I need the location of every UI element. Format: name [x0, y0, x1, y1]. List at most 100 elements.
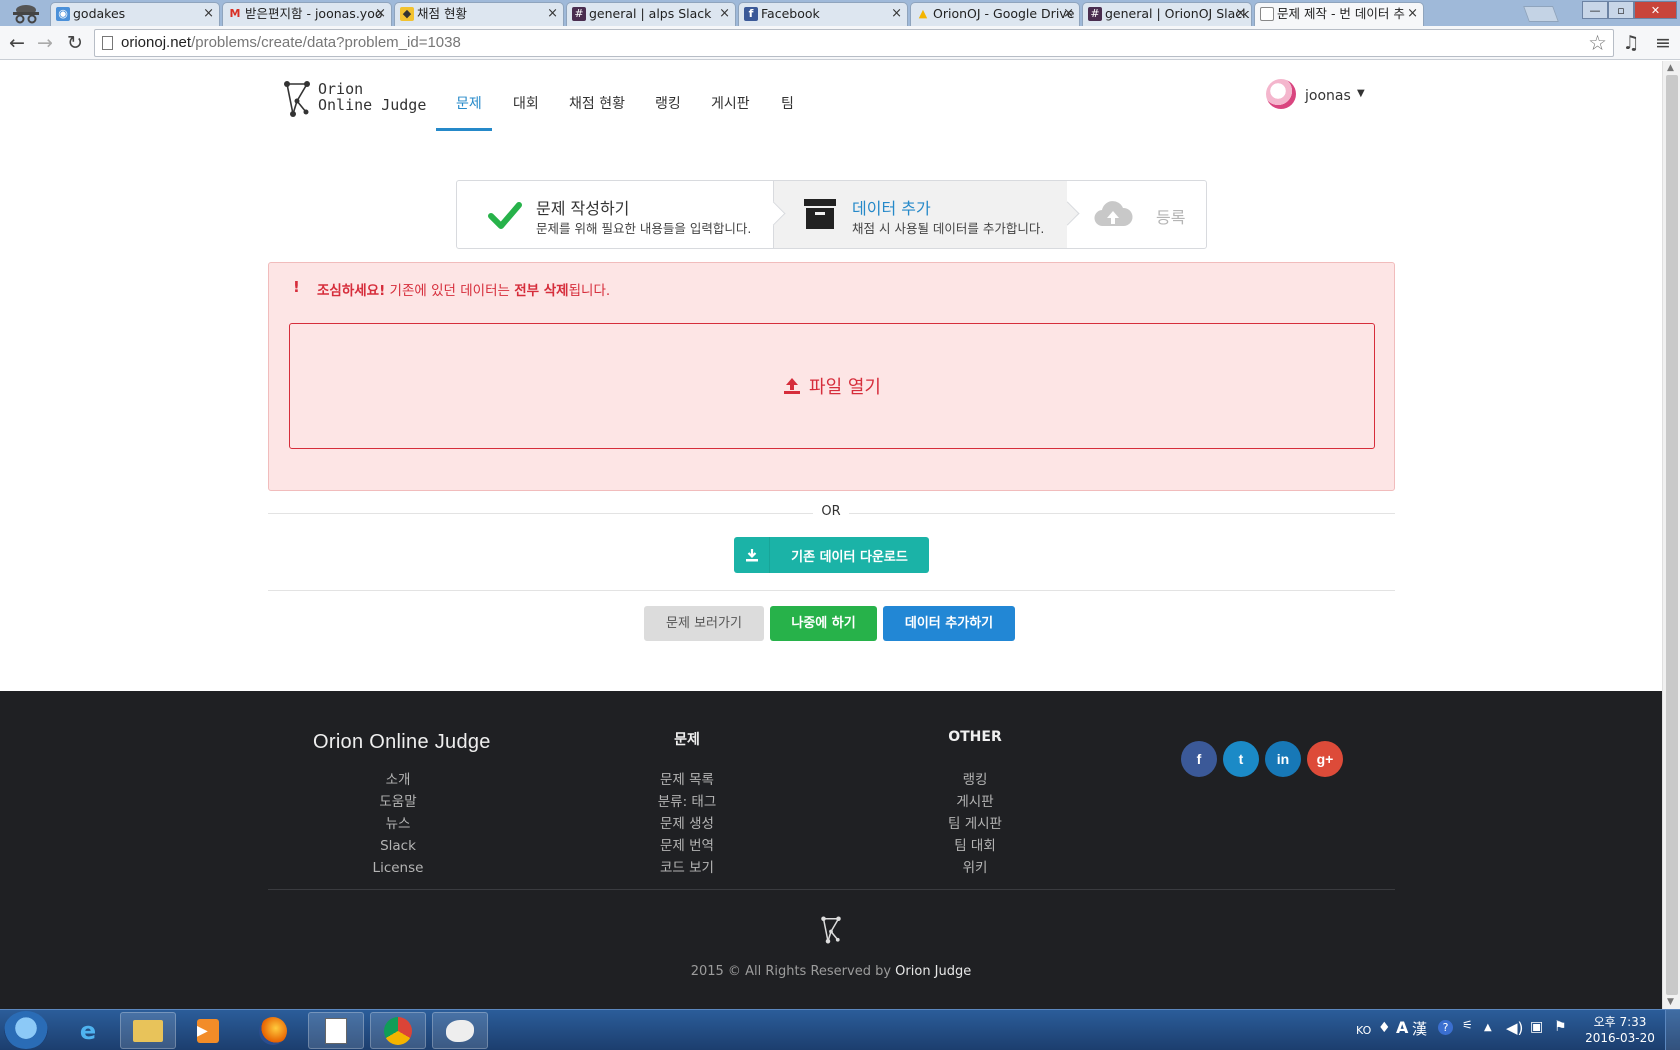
view-problem-button[interactable]: 문제 보러가기 [644, 606, 764, 641]
tab-close-icon[interactable]: × [719, 3, 730, 25]
action-center-flag-icon[interactable]: ⚑ [1554, 1019, 1567, 1035]
minimize-button[interactable]: — [1582, 1, 1608, 19]
username[interactable]: joonas [1305, 88, 1351, 104]
url-text[interactable]: orionoj.net/problems/create/data?problem… [121, 34, 461, 51]
nav-ranking[interactable]: 랭킹 [655, 93, 681, 113]
menu-icon[interactable]: ≡ [1650, 30, 1676, 56]
footer-link[interactable]: 문제 번역 [647, 835, 727, 857]
show-desktop-button[interactable] [1665, 1010, 1680, 1050]
avatar[interactable] [1266, 79, 1296, 109]
tab-close-icon[interactable]: × [203, 3, 214, 25]
or-divider-label: OR [813, 504, 849, 519]
footer-link[interactable]: 팀 대회 [935, 835, 1015, 857]
chevron-down-icon[interactable]: ▼ [1357, 88, 1365, 99]
input-language[interactable]: KO [1356, 1024, 1371, 1037]
browser-tab[interactable]: # general | OrionOJ Slack × [1082, 2, 1252, 26]
browser-tab[interactable]: ▲ OrionOJ - Google Drive × [910, 2, 1080, 26]
footer-link[interactable]: 소개 [368, 769, 428, 791]
footer-link[interactable]: 랭킹 [935, 769, 1015, 791]
facebook-icon[interactable]: f [1181, 741, 1217, 777]
logo-text: Orion Online Judge [318, 80, 427, 114]
page-scrollbar[interactable]: ▲ ▼ [1662, 61, 1680, 1009]
media-player-icon[interactable]: ▶ [180, 1012, 236, 1049]
footer-link[interactable]: 위키 [935, 857, 1015, 879]
firefox-icon[interactable] [245, 1012, 301, 1049]
step-register[interactable]: 등록 [1067, 181, 1206, 248]
help-icon[interactable]: ? [1438, 1020, 1453, 1035]
tab-close-icon[interactable]: × [547, 3, 558, 25]
footer-problem-links: 문제 목록 분류: 태그 문제 생성 문제 번역 코드 보기 [647, 769, 727, 879]
step-add-data[interactable]: 데이터 추가 채점 시 사용될 데이터를 추가합니다. [773, 181, 1080, 248]
notepad-icon[interactable] [308, 1012, 364, 1049]
step-title: 등록 [1156, 208, 1186, 227]
browser-tab-active[interactable]: 문제 제작 - 번 데이터 추 × [1254, 2, 1424, 27]
tray-options-icon[interactable]: ⚟ [1462, 1018, 1473, 1032]
footer-link[interactable]: 분류: 태그 [647, 791, 727, 813]
footer-link[interactable]: 문제 목록 [647, 769, 727, 791]
tab-close-icon[interactable]: × [375, 3, 386, 25]
nav-contests[interactable]: 대회 [513, 93, 539, 113]
footer-link[interactable]: 팀 게시판 [935, 813, 1015, 835]
maximize-button[interactable]: ▫ [1608, 1, 1634, 19]
forward-arrow-icon[interactable]: → [32, 30, 58, 56]
add-data-button[interactable]: 데이터 추가하기 [883, 606, 1015, 641]
tab-close-icon[interactable]: × [1063, 3, 1074, 25]
tab-close-icon[interactable]: × [1407, 3, 1418, 25]
tray-expand-icon[interactable]: ▲ [1484, 1022, 1492, 1033]
chrome-icon[interactable] [370, 1012, 426, 1049]
download-existing-data-button[interactable]: 기존 데이터 다운로드 [734, 537, 929, 573]
back-arrow-icon[interactable]: ← [4, 30, 30, 56]
nav-problems[interactable]: 문제 [456, 93, 482, 113]
linkedin-icon[interactable]: in [1265, 741, 1301, 777]
hanja-icon[interactable]: 漢 [1412, 1018, 1427, 1039]
footer-link[interactable]: License [368, 857, 428, 879]
extension-icon[interactable]: ♫ [1618, 30, 1644, 56]
scroll-up-icon[interactable]: ▲ [1667, 63, 1674, 73]
bookmark-star-icon[interactable]: ☆ [1588, 30, 1607, 56]
system-clock[interactable]: 오후 7:33 2016-03-20 [1580, 1014, 1660, 1046]
start-button[interactable] [4, 1011, 48, 1049]
volume-icon[interactable]: ◀) [1506, 1019, 1523, 1037]
network-icon[interactable]: ▣ [1530, 1019, 1543, 1035]
open-file-button[interactable]: 파일 열기 [290, 324, 1374, 448]
warning-alert: ! 조심하세요! 기존에 있던 데이터는 전부 삭제됩니다. 파일 열기 [268, 262, 1395, 491]
footer-heading-other: OTHER [948, 729, 1002, 745]
footer: Orion Online Judge 소개 도움말 뉴스 Slack Licen… [0, 691, 1662, 1009]
internet-explorer-icon[interactable]: e [60, 1012, 116, 1049]
file-dropzone[interactable]: 파일 열기 [289, 323, 1375, 449]
ime-icon[interactable]: ♦ [1378, 1020, 1391, 1036]
browser-tab[interactable]: ◆ 채점 현황 × [394, 2, 564, 26]
close-window-button[interactable]: ✕ [1634, 1, 1677, 19]
tab-close-icon[interactable]: × [1235, 3, 1246, 25]
step-write-problem[interactable]: 문제 작성하기 문제를 위해 필요한 내용들을 입력합니다. [457, 181, 786, 248]
file-explorer-icon[interactable] [120, 1012, 176, 1049]
nav-status[interactable]: 채점 현황 [569, 93, 625, 113]
browser-tab[interactable]: # general | alps Slack × [566, 2, 736, 26]
site-logo[interactable]: Orion Online Judge [282, 79, 426, 121]
do-later-button[interactable]: 나중에 하기 [770, 606, 877, 641]
browser-tab[interactable]: f Facebook × [738, 2, 908, 26]
reload-icon[interactable]: ↻ [62, 30, 88, 56]
nav-board[interactable]: 게시판 [711, 93, 750, 113]
ime-mode-icon[interactable]: A [1396, 1018, 1408, 1037]
tab-close-icon[interactable]: × [891, 3, 902, 25]
scrollbar-thumb[interactable] [1666, 75, 1678, 995]
google-plus-icon[interactable]: g+ [1307, 741, 1343, 777]
nav-team[interactable]: 팀 [781, 93, 794, 113]
footer-link[interactable]: 도움말 [368, 791, 428, 813]
footer-link[interactable]: Slack [368, 835, 428, 857]
address-bar[interactable]: orionoj.net/problems/create/data?problem… [94, 29, 1614, 57]
new-tab-button[interactable] [1523, 6, 1559, 22]
paint-icon[interactable] [432, 1012, 488, 1049]
scroll-down-icon[interactable]: ▼ [1667, 997, 1674, 1007]
footer-link[interactable]: 문제 생성 [647, 813, 727, 835]
divider [268, 590, 1395, 591]
copyright-brand-link[interactable]: Orion Judge [895, 964, 971, 979]
browser-tab[interactable]: M 받은편지함 - joonas.yoo × [222, 2, 392, 26]
footer-link[interactable]: 뉴스 [368, 813, 428, 835]
footer-other-links: 랭킹 게시판 팀 게시판 팀 대회 위키 [935, 769, 1015, 879]
twitter-icon[interactable]: t [1223, 741, 1259, 777]
footer-link[interactable]: 코드 보기 [647, 857, 727, 879]
browser-tab[interactable]: ◉ godakes × [50, 2, 220, 26]
footer-link[interactable]: 게시판 [935, 791, 1015, 813]
